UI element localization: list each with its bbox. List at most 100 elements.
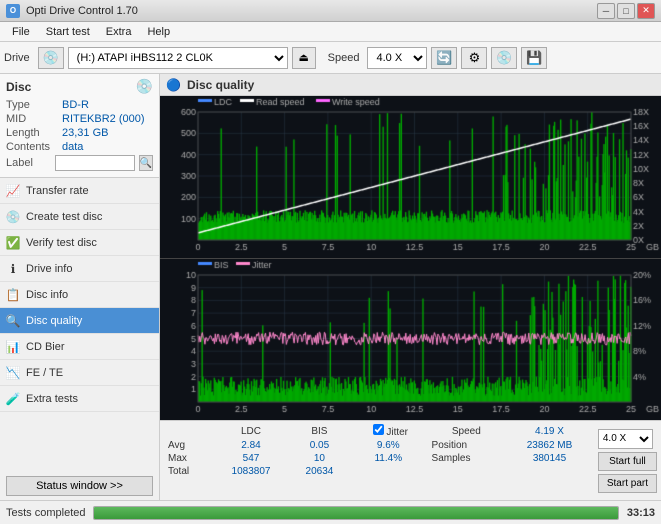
action-buttons: 4.0 X Start full Start part	[598, 423, 657, 498]
menu-file[interactable]: File	[4, 24, 38, 40]
start-full-button[interactable]: Start full	[598, 452, 657, 471]
disc-button[interactable]: 💿	[491, 47, 517, 69]
progress-bar-container	[93, 506, 618, 520]
transfer-rate-label: Transfer rate	[26, 185, 89, 197]
samples-label: Samples	[428, 452, 506, 465]
speed-header: Speed	[428, 423, 506, 439]
minimize-button[interactable]: ─	[597, 3, 615, 19]
sidebar: Disc 💿 Type BD-R MID RITEKBR2 (000) Leng…	[0, 74, 160, 500]
disc-quality-label: Disc quality	[26, 315, 82, 327]
drive-info-label: Drive info	[26, 263, 72, 275]
create-test-disc-label: Create test disc	[26, 211, 102, 223]
label-input[interactable]	[55, 155, 135, 171]
position-value: 23862 MB	[505, 439, 594, 452]
cd-bier-label: CD Bier	[26, 341, 65, 353]
extra-tests-label: Extra tests	[26, 393, 78, 405]
avg-bis: 0.05	[290, 439, 349, 452]
progress-bar	[94, 507, 617, 519]
speed-label: Speed	[328, 52, 360, 64]
menu-start-test[interactable]: Start test	[38, 24, 98, 40]
nav-items: 📈 Transfer rate 💿 Create test disc ✅ Ver…	[0, 178, 159, 472]
save-button[interactable]: 💾	[521, 47, 547, 69]
jitter-checkbox-cell: Jitter	[349, 423, 428, 439]
jitter-label: Jitter	[386, 427, 408, 438]
mid-value: RITEKBR2 (000)	[62, 113, 145, 125]
max-jitter: 11.4%	[349, 452, 428, 465]
stats-footer: LDC BIS Jitter Speed 4.19 X Avg	[160, 420, 661, 500]
contents-value: data	[62, 141, 83, 153]
close-button[interactable]: ✕	[637, 3, 655, 19]
sidebar-item-disc-info[interactable]: 📋 Disc info	[0, 282, 159, 308]
label-btn[interactable]: 🔍	[139, 155, 153, 171]
status-text: Tests completed	[6, 507, 85, 519]
charts-area	[160, 96, 661, 420]
disc-quality-icon: 🔍	[6, 314, 20, 328]
menu-help[interactable]: Help	[139, 24, 178, 40]
action-speed-select[interactable]: 4.0 X	[598, 429, 653, 449]
disc-quality-header: 🔵 Disc quality	[160, 74, 661, 96]
speed-select[interactable]: 4.0 X	[367, 47, 427, 69]
sidebar-item-extra-tests[interactable]: 🧪 Extra tests	[0, 386, 159, 412]
disc-quality-header-icon: 🔵	[166, 78, 181, 92]
extra-tests-icon: 🧪	[6, 392, 20, 406]
max-bis: 10	[290, 452, 349, 465]
eject-button[interactable]: ⏏	[292, 47, 316, 69]
maximize-button[interactable]: □	[617, 3, 635, 19]
menu-extra[interactable]: Extra	[98, 24, 140, 40]
bis-chart-container	[160, 259, 661, 420]
verify-test-disc-icon: ✅	[6, 236, 20, 250]
length-value: 23,31 GB	[62, 127, 108, 139]
sidebar-item-cd-bier[interactable]: 📊 CD Bier	[0, 334, 159, 360]
ldc-header: LDC	[212, 423, 290, 439]
label-label: Label	[6, 157, 51, 169]
total-label: Total	[164, 465, 212, 478]
sidebar-item-fe-te[interactable]: 📉 FE / TE	[0, 360, 159, 386]
disc-quality-title: Disc quality	[187, 78, 254, 92]
max-ldc: 547	[212, 452, 290, 465]
contents-label: Contents	[6, 141, 58, 153]
bis-header: BIS	[290, 423, 349, 439]
title-bar: O Opti Drive Control 1.70 ─ □ ✕	[0, 0, 661, 22]
samples-value: 380145	[505, 452, 594, 465]
drive-label: Drive	[4, 52, 30, 64]
jitter-checkbox[interactable]	[373, 424, 384, 435]
window-controls: ─ □ ✕	[597, 3, 655, 19]
create-test-disc-icon: 💿	[6, 210, 20, 224]
disc-header: Disc	[6, 80, 31, 94]
bis-chart	[160, 259, 661, 420]
speed-value-header: 4.19 X	[505, 423, 594, 439]
fe-te-icon: 📉	[6, 366, 20, 380]
settings-button[interactable]: ⚙	[461, 47, 487, 69]
type-label: Type	[6, 99, 58, 111]
total-bis: 20634	[290, 465, 349, 478]
disc-info-icon: 📋	[6, 288, 20, 302]
avg-ldc: 2.84	[212, 439, 290, 452]
fe-te-label: FE / TE	[26, 367, 63, 379]
sidebar-item-verify-test-disc[interactable]: ✅ Verify test disc	[0, 230, 159, 256]
disc-panel-icon: 💿	[136, 78, 153, 95]
content-area: 🔵 Disc quality LDC	[160, 74, 661, 500]
verify-test-disc-label: Verify test disc	[26, 237, 97, 249]
sidebar-item-disc-quality[interactable]: 🔍 Disc quality	[0, 308, 159, 334]
start-part-button[interactable]: Start part	[598, 474, 657, 493]
toolbar: Drive 💿 (H:) ATAPI iHBS112 2 CL0K ⏏ Spee…	[0, 42, 661, 74]
max-label: Max	[164, 452, 212, 465]
position-label: Position	[428, 439, 506, 452]
avg-label: Avg	[164, 439, 212, 452]
sidebar-item-create-test-disc[interactable]: 💿 Create test disc	[0, 204, 159, 230]
app-icon: O	[6, 4, 20, 18]
app-title: Opti Drive Control 1.70	[26, 5, 138, 17]
length-label: Length	[6, 127, 58, 139]
status-time: 33:13	[627, 507, 655, 519]
sidebar-item-transfer-rate[interactable]: 📈 Transfer rate	[0, 178, 159, 204]
drive-select[interactable]: (H:) ATAPI iHBS112 2 CL0K	[68, 47, 288, 69]
drive-info-icon: ℹ	[6, 262, 20, 276]
disc-panel: Disc 💿 Type BD-R MID RITEKBR2 (000) Leng…	[0, 74, 159, 178]
refresh-button[interactable]: 🔄	[431, 47, 457, 69]
menu-bar: File Start test Extra Help	[0, 22, 661, 42]
total-ldc: 1083807	[212, 465, 290, 478]
sidebar-item-drive-info[interactable]: ℹ Drive info	[0, 256, 159, 282]
cd-bier-icon: 📊	[6, 340, 20, 354]
avg-jitter: 9.6%	[349, 439, 428, 452]
status-window-button[interactable]: Status window >>	[6, 476, 153, 496]
